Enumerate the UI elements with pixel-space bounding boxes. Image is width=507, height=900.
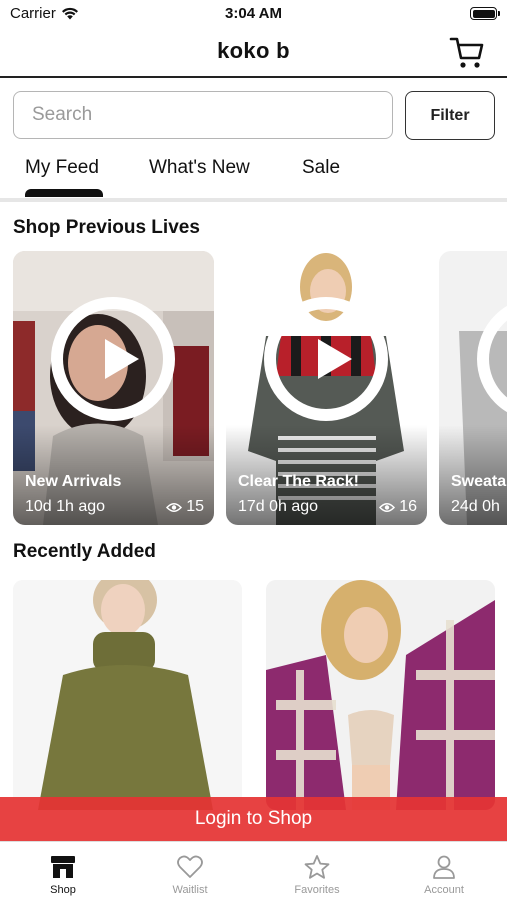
live-card-clear-the-rack[interactable]: Clear The Rack! 17d 0h ago 16 — [226, 251, 427, 525]
live-title: Clear The Rack! — [238, 473, 359, 490]
eye-icon — [166, 502, 183, 512]
battery-icon — [470, 7, 500, 20]
view-count: 16 — [399, 498, 417, 515]
status-bar: Carrier 3:04 AM — [0, 0, 507, 28]
cart-icon — [449, 37, 484, 68]
shop-icon — [51, 856, 75, 878]
view-count: 15 — [186, 498, 204, 515]
section-title-recently-added: Recently Added — [13, 541, 156, 562]
live-time-ago: 24d 0h — [451, 498, 500, 515]
star-icon — [304, 855, 330, 879]
nav-bar: koko b — [0, 28, 507, 78]
tabs-divider — [0, 198, 507, 202]
filter-button[interactable]: Filter — [405, 91, 495, 140]
bottom-tab-waitlist[interactable]: Waitlist — [127, 842, 253, 900]
olive-turtleneck-photo — [13, 580, 242, 810]
search-placeholder: Search — [32, 104, 93, 125]
status-time: 3:04 AM — [225, 5, 282, 22]
tab-my-feed[interactable]: My Feed — [25, 157, 99, 179]
active-tab-indicator — [25, 189, 103, 197]
account-icon — [433, 855, 455, 879]
cart-button[interactable] — [449, 36, 485, 70]
login-to-shop-button[interactable]: Login to Shop — [0, 797, 507, 841]
live-title: New Arrivals — [25, 473, 122, 490]
product-card[interactable] — [13, 580, 242, 810]
tab-label: Waitlist — [172, 884, 208, 896]
bottom-tab-favorites[interactable]: Favorites — [254, 842, 380, 900]
tab-label: Account — [424, 884, 464, 896]
store-title: koko b — [217, 38, 290, 63]
play-icon[interactable] — [264, 297, 388, 421]
live-view-count: 15 — [166, 498, 204, 516]
tab-sale[interactable]: Sale — [302, 157, 340, 179]
bottom-tab-bar: Shop Waitlist Favorites Account — [0, 841, 507, 900]
live-title: Sweata — [451, 473, 507, 490]
bottom-tab-account[interactable]: Account — [381, 842, 507, 900]
live-card-sweata[interactable]: Sweata 24d 0h — [439, 251, 507, 525]
live-time-ago: 10d 1h ago — [25, 498, 106, 515]
search-input[interactable]: Search — [13, 91, 393, 139]
tab-whats-new[interactable]: What's New — [149, 157, 250, 179]
live-card-new-arrivals[interactable]: New Arrivals 10d 1h ago 15 — [13, 251, 214, 525]
live-view-count: 16 — [379, 498, 417, 516]
section-title-previous-lives: Shop Previous Lives — [13, 217, 200, 238]
tab-label: Favorites — [294, 884, 340, 896]
feed-tabs: My Feed What's New Sale — [0, 150, 507, 198]
live-time-ago: 17d 0h ago — [238, 498, 319, 515]
bottom-tab-shop[interactable]: Shop — [0, 842, 126, 900]
heart-icon — [177, 855, 203, 878]
plaid-shacket-photo — [266, 580, 495, 810]
product-card[interactable] — [266, 580, 495, 810]
eye-icon — [379, 502, 396, 512]
play-icon[interactable] — [51, 297, 175, 421]
tab-label: Shop — [50, 884, 76, 896]
